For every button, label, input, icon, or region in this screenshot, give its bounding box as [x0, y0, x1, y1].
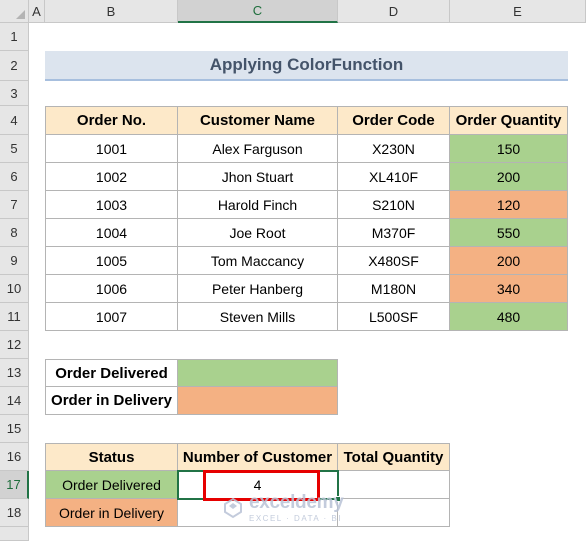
column-header-c[interactable]: C	[178, 0, 338, 23]
summary-status-delivered[interactable]: Order Delivered	[45, 471, 178, 499]
row-header-6[interactable]: 6	[0, 163, 29, 191]
legend-delivered-swatch[interactable]	[178, 359, 338, 387]
row-header-18[interactable]: 18	[0, 499, 29, 527]
row-header-5[interactable]: 5	[0, 135, 29, 163]
table-row-customer-name[interactable]: Joe Root	[178, 219, 338, 247]
summary-header-number-of-customer[interactable]: Number of Customer	[178, 443, 338, 471]
table-row-order-quantity[interactable]: 200	[450, 247, 568, 275]
summary-header-total-quantity[interactable]: Total Quantity	[338, 443, 450, 471]
table-row-order-no[interactable]: 1003	[45, 191, 178, 219]
row-header-3[interactable]: 3	[0, 81, 29, 106]
header-customer-name[interactable]: Customer Name	[178, 106, 338, 135]
table-row-order-quantity[interactable]: 550	[450, 219, 568, 247]
table-row-order-no[interactable]: 1002	[45, 163, 178, 191]
table-row-customer-name[interactable]: Steven Mills	[178, 303, 338, 331]
row-header-7[interactable]: 7	[0, 191, 29, 219]
row-header-9[interactable]: 9	[0, 247, 29, 275]
table-row-customer-name[interactable]: Harold Finch	[178, 191, 338, 219]
table-row-order-quantity[interactable]: 200	[450, 163, 568, 191]
row-header-17[interactable]: 17	[0, 471, 29, 499]
watermark: exceldemy EXCEL · DATA · BI	[222, 492, 344, 523]
table-row-order-no[interactable]: 1007	[45, 303, 178, 331]
table-row-order-quantity[interactable]: 120	[450, 191, 568, 219]
column-header-e[interactable]: E	[450, 0, 586, 23]
table-row-order-code[interactable]: X230N	[338, 135, 450, 163]
column-header-b[interactable]: B	[45, 0, 178, 23]
table-row-order-no[interactable]: 1004	[45, 219, 178, 247]
table-row-customer-name[interactable]: Jhon Stuart	[178, 163, 338, 191]
row-header-2[interactable]: 2	[0, 51, 29, 81]
table-row-order-code[interactable]: S210N	[338, 191, 450, 219]
header-order-quantity[interactable]: Order Quantity	[450, 106, 568, 135]
watermark-logo-icon	[224, 497, 242, 518]
table-row-customer-name[interactable]: Tom Maccancy	[178, 247, 338, 275]
summary-total-delivered[interactable]	[338, 471, 450, 499]
table-row-order-no[interactable]: 1006	[45, 275, 178, 303]
table-row-order-code[interactable]: M180N	[338, 275, 450, 303]
row-header-1[interactable]: 1	[0, 23, 29, 51]
table-row-customer-name[interactable]: Peter Hanberg	[178, 275, 338, 303]
summary-header-status[interactable]: Status	[45, 443, 178, 471]
row-header-14[interactable]: 14	[0, 387, 29, 415]
table-row-order-no[interactable]: 1001	[45, 135, 178, 163]
table-row-order-code[interactable]: L500SF	[338, 303, 450, 331]
row-header-11[interactable]: 11	[0, 303, 29, 331]
page-title: Applying ColorFunction	[45, 51, 568, 81]
row-header-8[interactable]: 8	[0, 219, 29, 247]
legend-delivered-label[interactable]: Order Delivered	[45, 359, 178, 387]
table-row-order-no[interactable]: 1005	[45, 247, 178, 275]
table-row-order-code[interactable]: XL410F	[338, 163, 450, 191]
column-header-a[interactable]: A	[29, 0, 45, 23]
row-header-10[interactable]: 10	[0, 275, 29, 303]
row-header-13[interactable]: 13	[0, 359, 29, 387]
select-all-corner[interactable]	[0, 0, 29, 23]
row-header-19[interactable]	[0, 527, 29, 541]
row-header-16[interactable]: 16	[0, 443, 29, 471]
legend-in-delivery-label[interactable]: Order in Delivery	[45, 387, 178, 415]
summary-status-in-delivery[interactable]: Order in Delivery	[45, 499, 178, 527]
legend-in-delivery-swatch[interactable]	[178, 387, 338, 415]
table-row-order-quantity[interactable]: 480	[450, 303, 568, 331]
table-row-order-code[interactable]: X480SF	[338, 247, 450, 275]
watermark-tagline: EXCEL · DATA · BI	[249, 514, 342, 523]
row-header-12[interactable]: 12	[0, 331, 29, 359]
header-order-no[interactable]: Order No.	[45, 106, 178, 135]
row-header-4[interactable]: 4	[0, 106, 29, 135]
header-order-code[interactable]: Order Code	[338, 106, 450, 135]
row-header-15[interactable]: 15	[0, 415, 29, 443]
table-row-order-quantity[interactable]: 340	[450, 275, 568, 303]
watermark-brand: exceldemy	[249, 492, 344, 513]
table-row-order-quantity[interactable]: 150	[450, 135, 568, 163]
column-header-d[interactable]: D	[338, 0, 450, 23]
table-row-order-code[interactable]: M370F	[338, 219, 450, 247]
table-row-customer-name[interactable]: Alex Farguson	[178, 135, 338, 163]
summary-total-in-delivery[interactable]	[338, 499, 450, 527]
